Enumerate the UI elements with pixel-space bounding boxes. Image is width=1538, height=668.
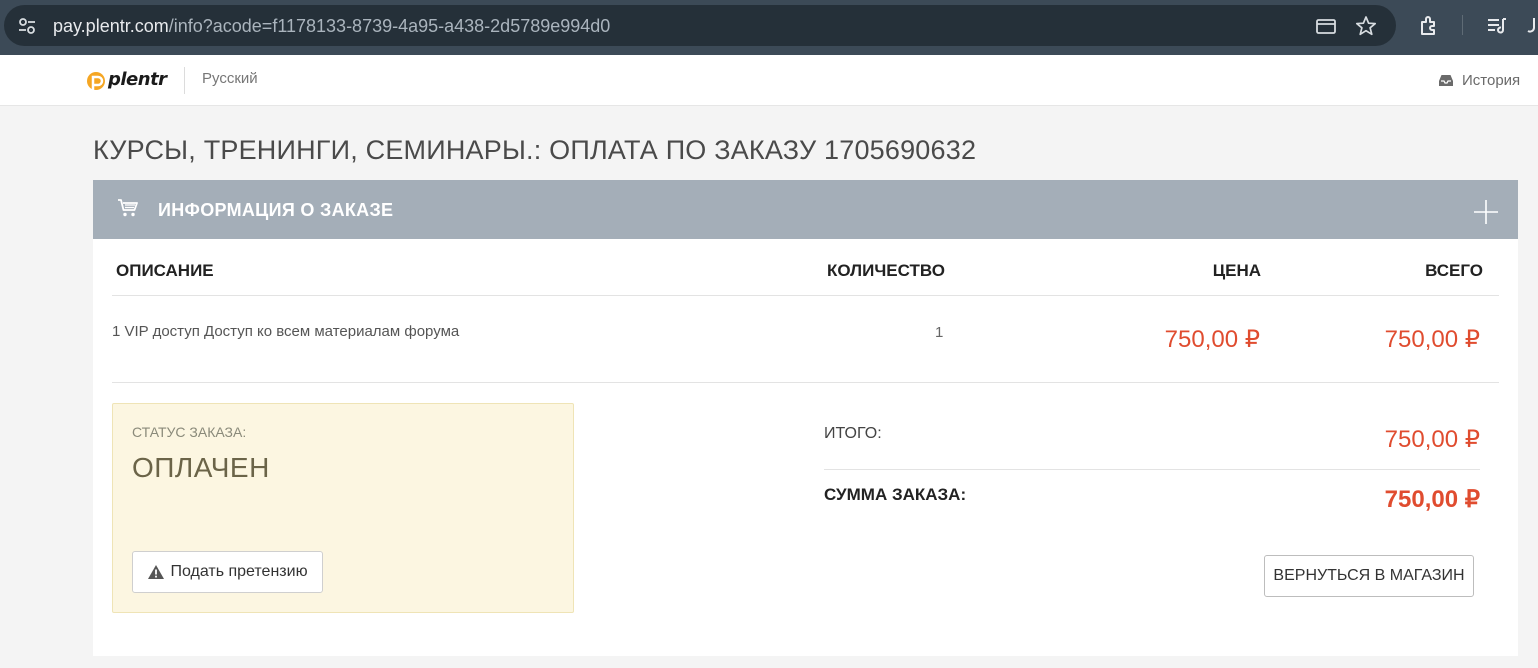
logo-mark-icon [87, 72, 105, 91]
item-total: 750,00 ₽ [1384, 326, 1480, 353]
address-bar[interactable]: pay.plentr.com/info?acode=f1178133-8739-… [4, 5, 1396, 46]
card-icon[interactable] [1315, 15, 1337, 37]
extensions-icon[interactable] [1418, 14, 1442, 38]
bookmark-star-icon[interactable] [1355, 15, 1377, 37]
column-header-quantity: КОЛИЧЕСТВО [827, 261, 945, 280]
subtotal-label: ИТОГО: [824, 425, 882, 442]
item-quantity: 1 [935, 324, 944, 341]
page-title: КУРСЫ, ТРЕНИНГИ, СЕМИНАРЫ.: ОПЛАТА ПО ЗА… [93, 135, 977, 165]
file-claim-button[interactable]: Подать претензию [132, 551, 323, 593]
cart-icon [118, 199, 138, 217]
inbox-icon [1439, 74, 1453, 86]
url-host: pay.plentr.com [53, 16, 169, 36]
expand-plus-icon[interactable] [1473, 199, 1499, 225]
site-info-icon[interactable] [17, 16, 37, 36]
panel-title: ИНФОРМАЦИЯ О ЗАКАЗЕ [158, 200, 394, 220]
claim-button-label: Подать претензию [170, 563, 308, 580]
logo-text: plentr [108, 69, 167, 90]
item-description: 1 VIP доступ Доступ ко всем материалам ф… [112, 323, 460, 340]
order-sum-label: СУММА ЗАКАЗА: [824, 485, 967, 504]
summary-divider-line [824, 469, 1480, 470]
header-divider [184, 67, 185, 94]
plentr-logo[interactable]: plentr [86, 67, 167, 95]
media-control-icon[interactable] [1485, 14, 1509, 38]
profile-icon[interactable] [1526, 14, 1538, 38]
status-value: ОПЛАЧЕН [132, 452, 270, 483]
warning-icon [148, 565, 165, 579]
order-info-panel: ИНФОРМАЦИЯ О ЗАКАЗЕ ОПИСАНИЕ КОЛИЧЕСТВО … [93, 180, 1518, 656]
history-label: История [1462, 71, 1521, 89]
toolbar-divider [1462, 15, 1463, 35]
row-divider-line [112, 382, 1499, 383]
browser-toolbar: pay.plentr.com/info?acode=f1178133-8739-… [0, 0, 1538, 55]
order-status-box: СТАТУС ЗАКАЗА: ОПЛАЧЕН Подать претензию [112, 403, 574, 613]
column-header-price: ЦЕНА [1212, 261, 1261, 280]
order-sum-value: 750,00 ₽ [1384, 486, 1480, 513]
back-to-shop-button[interactable]: ВЕРНУТЬСЯ В МАГАЗИН [1264, 555, 1474, 597]
site-header: plentr Русский История [0, 55, 1538, 106]
item-price: 750,00 ₽ [1164, 326, 1260, 353]
status-label: СТАТУС ЗАКАЗА: [132, 424, 247, 440]
header-divider-line [112, 295, 1499, 296]
column-header-description: ОПИСАНИЕ [116, 261, 214, 280]
url-path: /info?acode=f1178133-8739-4a95-a438-2d57… [168, 16, 611, 36]
history-link[interactable]: История [1438, 70, 1520, 90]
panel-header[interactable]: ИНФОРМАЦИЯ О ЗАКАЗЕ [93, 180, 1518, 239]
column-header-total: ВСЕГО [1425, 261, 1483, 280]
language-selector[interactable]: Русский [202, 70, 258, 87]
subtotal-value: 750,00 ₽ [1384, 426, 1480, 453]
url-text[interactable]: pay.plentr.com/info?acode=f1178133-8739-… [53, 15, 610, 37]
